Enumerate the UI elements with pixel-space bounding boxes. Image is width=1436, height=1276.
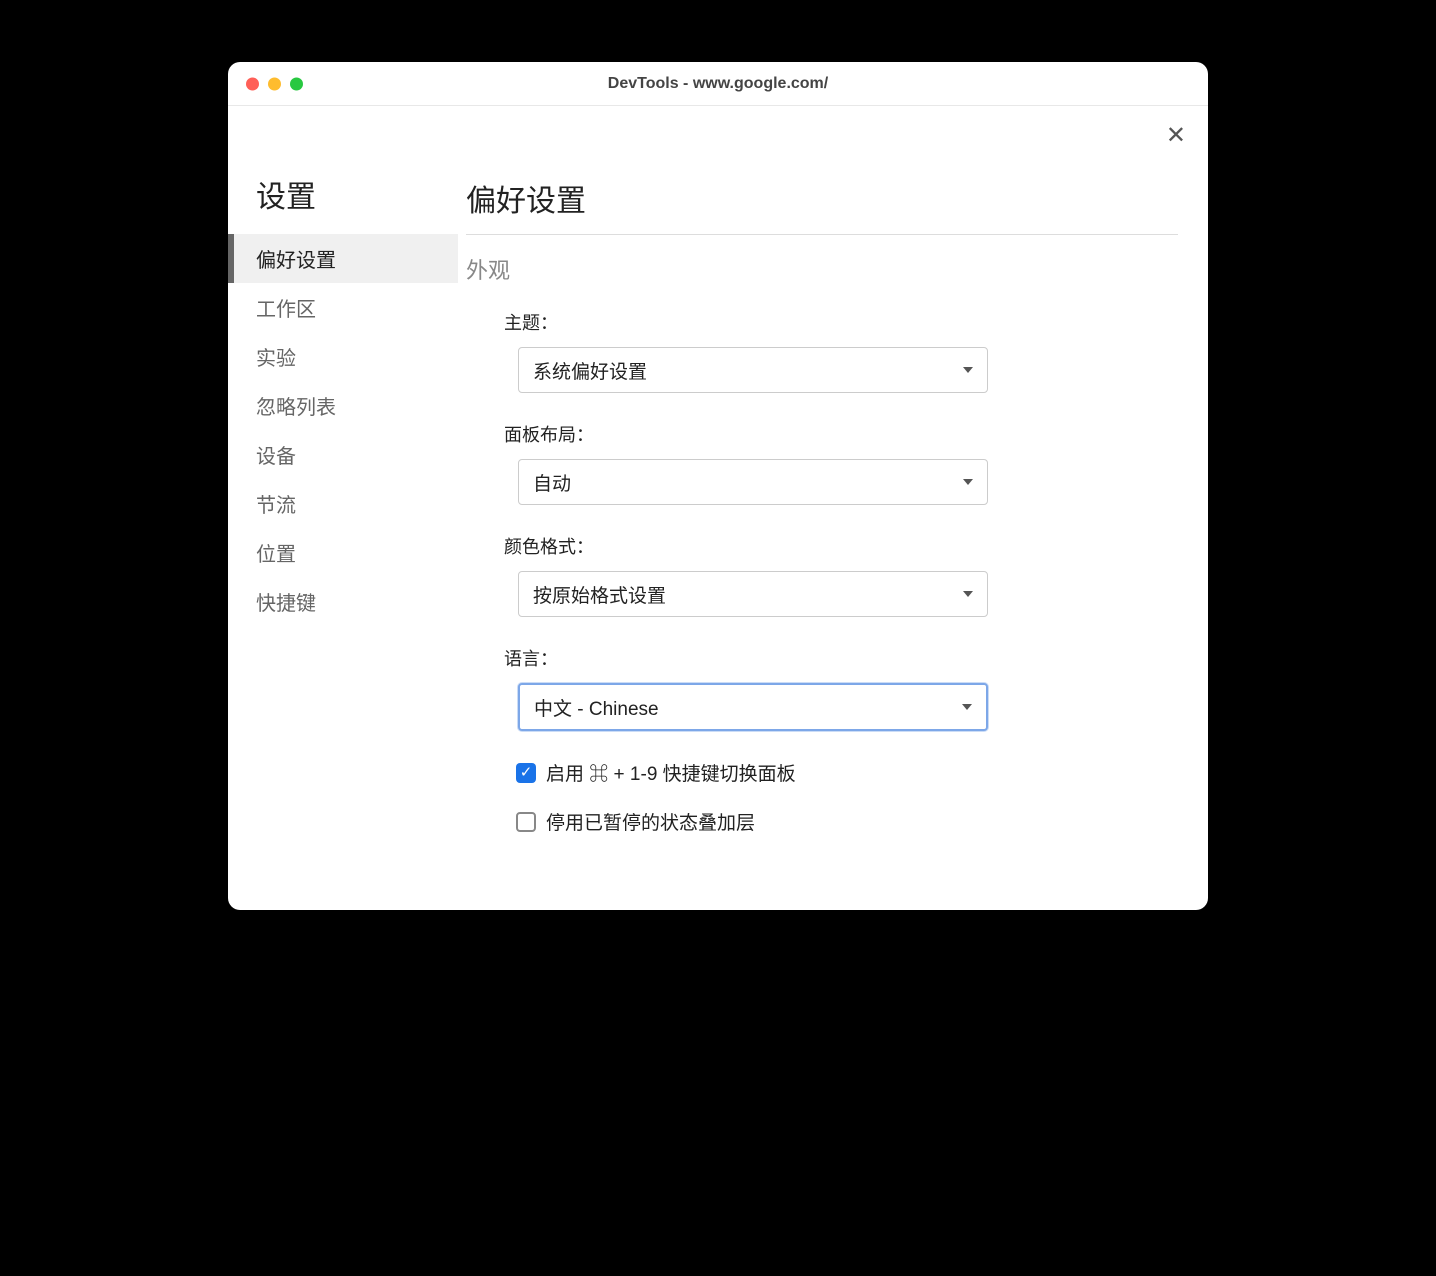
- language-label: 语言：: [504, 645, 1178, 671]
- sidebar-item-label: 快捷键: [256, 593, 316, 615]
- language-select-value: 中文 - Chinese: [534, 694, 659, 721]
- field-color-format: 颜色格式： 按原始格式设置: [504, 533, 1178, 617]
- field-panel-layout: 面板布局： 自动: [504, 421, 1178, 505]
- theme-select-value: 系统偏好设置: [533, 357, 647, 384]
- sidebar-item-locations[interactable]: 位置: [228, 528, 458, 577]
- theme-label: 主题：: [504, 309, 1178, 335]
- window-zoom-button[interactable]: [290, 77, 303, 90]
- chevron-down-icon: [963, 591, 973, 597]
- color-format-label: 颜色格式：: [504, 533, 1178, 559]
- language-select[interactable]: 中文 - Chinese: [518, 683, 988, 731]
- checkbox-row-overlay[interactable]: 停用已暂停的状态叠加层: [516, 808, 1178, 835]
- overlay-checkbox[interactable]: [516, 812, 536, 832]
- close-icon[interactable]: ✕: [1166, 124, 1186, 148]
- window-minimize-button[interactable]: [268, 77, 281, 90]
- chevron-down-icon: [963, 479, 973, 485]
- sidebar-item-label: 设备: [256, 446, 296, 468]
- color-format-select[interactable]: 按原始格式设置: [518, 571, 988, 617]
- checkbox-row-shortcut[interactable]: ✓ 启用 ⌘ + 1-9 快捷键切换面板: [516, 759, 1178, 786]
- field-theme: 主题： 系统偏好设置: [504, 309, 1178, 393]
- titlebar: DevTools - www.google.com/: [228, 62, 1208, 106]
- chevron-down-icon: [962, 704, 972, 710]
- chevron-down-icon: [963, 367, 973, 373]
- shortcut-checkbox-label: 启用 ⌘ + 1-9 快捷键切换面板: [546, 759, 796, 786]
- overlay-checkbox-label: 停用已暂停的状态叠加层: [546, 808, 755, 835]
- field-language: 语言： 中文 - Chinese: [504, 645, 1178, 731]
- sidebar-item-label: 忽略列表: [256, 397, 336, 419]
- sidebar-item-label: 实验: [256, 348, 296, 370]
- sidebar-item-workspace[interactable]: 工作区: [228, 283, 458, 332]
- window-title: DevTools - www.google.com/: [228, 75, 1208, 93]
- sidebar-item-preferences[interactable]: 偏好设置: [228, 234, 458, 283]
- sidebar-item-devices[interactable]: 设备: [228, 430, 458, 479]
- sidebar-item-ignore-list[interactable]: 忽略列表: [228, 381, 458, 430]
- section-appearance-label: 外观: [466, 253, 1178, 285]
- shortcut-checkbox[interactable]: ✓: [516, 763, 536, 783]
- theme-select[interactable]: 系统偏好设置: [518, 347, 988, 393]
- sidebar-title: 设置: [228, 172, 458, 234]
- settings-sidebar: 设置 偏好设置 工作区 实验 忽略列表 设备 节流 位置 快捷: [228, 106, 458, 910]
- settings-main: 偏好设置 外观 主题： 系统偏好设置 面板布局： 自动 颜色格式： 按: [458, 106, 1208, 910]
- panel-layout-label: 面板布局：: [504, 421, 1178, 447]
- sidebar-item-throttling[interactable]: 节流: [228, 479, 458, 528]
- sidebar-item-label: 节流: [256, 495, 296, 517]
- panel-layout-select[interactable]: 自动: [518, 459, 988, 505]
- check-icon: ✓: [520, 765, 533, 780]
- color-format-select-value: 按原始格式设置: [533, 581, 666, 608]
- traffic-lights: [246, 77, 303, 90]
- window-close-button[interactable]: [246, 77, 259, 90]
- sidebar-item-experiments[interactable]: 实验: [228, 332, 458, 381]
- sidebar-item-label: 位置: [256, 544, 296, 566]
- devtools-settings-window: DevTools - www.google.com/ ✕ 设置 偏好设置 工作区…: [228, 62, 1208, 910]
- sidebar-item-label: 工作区: [256, 299, 316, 321]
- content-area: ✕ 设置 偏好设置 工作区 实验 忽略列表 设备 节流 位置: [228, 106, 1208, 910]
- panel-layout-select-value: 自动: [533, 469, 571, 496]
- sidebar-item-shortcuts[interactable]: 快捷键: [228, 577, 458, 626]
- sidebar-item-label: 偏好设置: [256, 250, 336, 272]
- page-title: 偏好设置: [466, 176, 1178, 235]
